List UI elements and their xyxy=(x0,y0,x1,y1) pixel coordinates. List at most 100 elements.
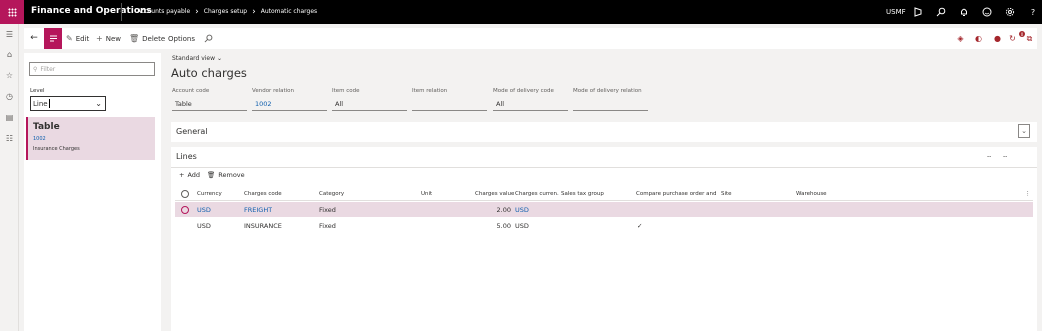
cell-category[interactable]: Fixed xyxy=(319,218,336,233)
collapse-section-button[interactable]: ⌄ xyxy=(1018,124,1030,138)
column-options-icon[interactable]: ⋮ xyxy=(1025,186,1031,201)
item-code-input[interactable]: All xyxy=(332,98,407,111)
level-label: Level xyxy=(30,88,45,94)
new-button[interactable]: + New xyxy=(96,28,121,49)
chevron-right-icon: › xyxy=(195,6,199,17)
col-category[interactable]: Category xyxy=(319,186,344,201)
add-line-button[interactable]: + Add xyxy=(179,171,200,179)
delivery-relation-field: Mode of delivery relation xyxy=(573,88,648,111)
trash-icon: 🗑 xyxy=(207,171,216,179)
cell-currency[interactable]: USD xyxy=(197,202,211,217)
cell-category[interactable]: Fixed xyxy=(319,202,336,217)
account-code-input[interactable]: Table xyxy=(172,98,247,111)
remove-line-button[interactable]: 🗑 Remove xyxy=(207,171,245,179)
item-relation-input[interactable] xyxy=(412,98,487,111)
cell-currency[interactable]: USD xyxy=(197,218,211,233)
account-code-field: Account code Table xyxy=(172,88,247,111)
col-currency[interactable]: Currency xyxy=(197,186,222,201)
top-bar: Finance and Operations Accounts payable … xyxy=(0,0,1042,24)
edit-button[interactable]: ✎ Edit xyxy=(66,28,89,49)
bell-icon[interactable] xyxy=(958,6,970,18)
cell-charges-code[interactable]: FREIGHT xyxy=(244,202,272,217)
open-new-window-icon[interactable]: ⧉ xyxy=(1024,33,1035,44)
company-picker[interactable]: USMF xyxy=(886,8,906,16)
table-row[interactable]: USD INSURANCE Fixed 5.00 USD ✓ xyxy=(175,218,1033,233)
delete-button[interactable]: 🗑 Delete xyxy=(129,28,165,49)
app-name[interactable]: Finance and Operations xyxy=(31,6,152,16)
details-pane: Standard view ⌄ Auto charges Account cod… xyxy=(165,53,1042,331)
action-pane: ← ✎ Edit + New 🗑 Delete Options ◈ ◐ ● 0 ↻ ⧉ xyxy=(24,28,1037,49)
filter-input[interactable]: ⚲ Filter xyxy=(29,62,155,76)
office-icon[interactable]: ◐ xyxy=(973,33,984,44)
cell-charges-value[interactable]: 5.00 xyxy=(475,218,511,233)
cell-charges-currency[interactable]: USD xyxy=(515,202,529,217)
cell-charges-currency[interactable]: USD xyxy=(515,218,529,233)
vendor-relation-field: Vendor relation 1002 xyxy=(252,88,327,111)
breadcrumb-accounts-payable[interactable]: Accounts payable xyxy=(137,8,190,15)
home-icon[interactable]: ⌂ xyxy=(4,49,15,60)
cell-charges-code[interactable]: INSURANCE xyxy=(244,218,282,233)
row-select-radio[interactable] xyxy=(181,202,189,217)
help-icon[interactable]: ? xyxy=(1027,6,1039,18)
item-code-field: Item code All xyxy=(332,88,407,111)
cell-compare-po-checkmark-icon[interactable]: ✓ xyxy=(637,218,642,233)
hamburger-icon[interactable]: ☰ xyxy=(4,29,15,40)
table-row[interactable]: USD FREIGHT Fixed 2.00 USD xyxy=(175,202,1033,217)
lines-summary-1: -- xyxy=(987,153,992,160)
plus-icon: + xyxy=(96,34,103,43)
clock-icon[interactable]: ◷ xyxy=(4,91,15,102)
search-icon[interactable] xyxy=(935,6,947,18)
waffle-icon[interactable] xyxy=(0,0,24,24)
chevron-down-icon: ⌄ xyxy=(95,99,102,108)
item-relation-field: Item relation xyxy=(412,88,487,111)
col-warehouse[interactable]: Warehouse xyxy=(796,186,827,201)
refresh-icon[interactable]: ↻ xyxy=(1007,33,1018,44)
workspaces-icon[interactable]: ▤ xyxy=(4,112,15,123)
delivery-code-input[interactable]: All xyxy=(493,98,568,111)
gear-icon[interactable] xyxy=(1004,6,1016,18)
attachment-icon[interactable]: ● xyxy=(992,33,1003,44)
col-charges-currency[interactable]: Charges curren... xyxy=(515,186,559,201)
delivery-code-field: Mode of delivery code All xyxy=(493,88,568,111)
dynamics-icon[interactable] xyxy=(912,6,924,18)
col-unit[interactable]: Unit xyxy=(421,186,432,201)
col-charges-value[interactable]: Charges value xyxy=(475,186,514,201)
col-compare-po[interactable]: Compare purchase order and i... xyxy=(636,186,718,201)
text-cursor xyxy=(48,99,50,108)
chevron-right-icon: › xyxy=(252,6,256,17)
chevron-down-icon: ⌄ xyxy=(216,55,222,62)
breadcrumb: Accounts payable › Charges setup › Autom… xyxy=(137,6,317,17)
lines-header[interactable]: Lines xyxy=(176,152,197,161)
cell-charges-value[interactable]: 2.00 xyxy=(475,202,511,217)
options-tab[interactable]: Options xyxy=(168,28,195,49)
col-sales-tax-group[interactable]: Sales tax group xyxy=(561,186,604,201)
list-item-code: 1002 xyxy=(33,136,46,142)
level-select[interactable]: Line ⌄ xyxy=(30,96,106,111)
select-all-radio[interactable] xyxy=(181,186,189,201)
smiley-icon[interactable] xyxy=(981,6,993,18)
side-nav: ☰ ⌂ ☆ ◷ ▤ ☷ xyxy=(0,24,19,331)
grid-header: Currency Charges code Category Unit Char… xyxy=(175,186,1033,201)
breadcrumb-charges-setup[interactable]: Charges setup xyxy=(204,8,247,15)
back-icon[interactable]: ← xyxy=(27,31,41,45)
divider xyxy=(121,3,122,21)
col-site[interactable]: Site xyxy=(721,186,732,201)
divider xyxy=(171,167,1037,168)
action-search-icon[interactable] xyxy=(204,28,213,49)
general-section[interactable]: General xyxy=(171,122,1037,142)
delivery-relation-input[interactable] xyxy=(573,98,648,111)
general-header[interactable]: General xyxy=(176,127,208,136)
list-toggle-button[interactable] xyxy=(44,28,62,49)
list-item-title: Table xyxy=(33,122,60,132)
col-charges-code[interactable]: Charges code xyxy=(244,186,282,201)
list-item-selected[interactable]: Table 1002 Insurance Charges xyxy=(26,117,155,160)
list-item-description: Insurance Charges xyxy=(33,146,80,152)
diamond-icon[interactable]: ◈ xyxy=(955,33,966,44)
list-pane: ⚲ Filter Level Line ⌄ Table 1002 Insuran… xyxy=(24,53,161,331)
plus-icon: + xyxy=(179,171,185,179)
vendor-relation-input[interactable]: 1002 xyxy=(252,98,327,111)
modules-list-icon[interactable]: ☷ xyxy=(4,133,15,144)
star-icon[interactable]: ☆ xyxy=(4,70,15,81)
view-selector[interactable]: Standard view ⌄ xyxy=(172,55,222,62)
breadcrumb-automatic-charges[interactable]: Automatic charges xyxy=(261,8,317,15)
